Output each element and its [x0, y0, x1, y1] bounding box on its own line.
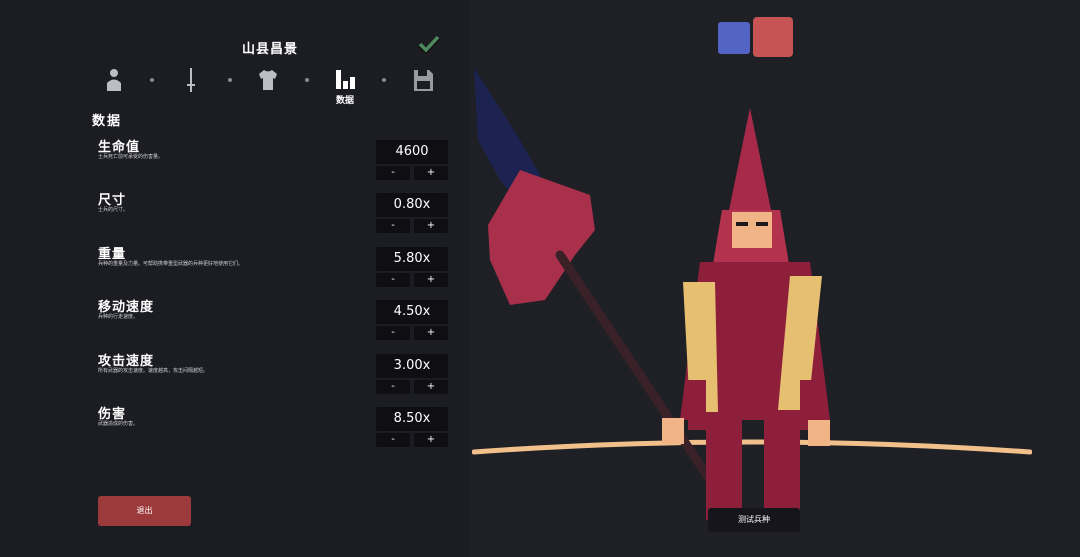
increase-button[interactable]: +: [414, 380, 448, 394]
checkmark-icon[interactable]: [417, 33, 441, 57]
stat-row-size: 尺寸 士兵的尺寸。 0.80x - +: [98, 189, 458, 243]
unit-preview-viewport[interactable]: [472, 60, 1032, 557]
stat-description: 士兵的尺寸。: [98, 207, 129, 213]
stat-row-move-speed: 移动速度 兵种的行走速度。 4.50x - +: [98, 296, 458, 350]
stats-step-caption: 数据: [335, 96, 354, 106]
stat-value-field[interactable]: 5.80x: [376, 247, 448, 271]
increase-button[interactable]: +: [414, 219, 448, 233]
stat-value-field[interactable]: 0.80x: [376, 193, 448, 217]
save-icon[interactable]: [411, 67, 435, 93]
stat-row-health: 生命值 士兵死亡前可承受的伤害量。 4600 - +: [98, 136, 458, 190]
decrease-button[interactable]: -: [376, 326, 410, 340]
weapon-icon[interactable]: [179, 67, 203, 93]
decrease-button[interactable]: -: [376, 273, 410, 287]
test-unit-button[interactable]: 测试兵种: [708, 508, 800, 532]
stats-icon[interactable]: [333, 67, 357, 93]
team-blue-swatch[interactable]: [718, 22, 750, 54]
team-red-swatch[interactable]: [753, 17, 793, 57]
step-separator: [305, 78, 309, 82]
increase-button[interactable]: +: [414, 166, 448, 180]
editor-step-nav: 数据: [0, 64, 470, 109]
unit-editor-panel: 山县昌景 数据 数据 生命值 士兵死亡前可承受的伤害量。 4600 - + 尺寸…: [0, 0, 470, 557]
decrease-button[interactable]: -: [376, 380, 410, 394]
unit-model: [662, 108, 830, 520]
decrease-button[interactable]: -: [376, 166, 410, 180]
stat-description: 兵种的行走速度。: [98, 314, 139, 320]
section-title: 数据: [92, 114, 123, 129]
stat-description: 武器造成的伤害。: [98, 421, 139, 427]
stat-value-field[interactable]: 4600: [376, 140, 448, 164]
stat-description: 所有武器的攻击速度。速度越高，攻击间隔越短。: [98, 368, 209, 374]
increase-button[interactable]: +: [414, 273, 448, 287]
stat-value-field[interactable]: 8.50x: [376, 407, 448, 431]
stat-row-weight: 重量 兵种的重量及力量。可帮助携带重型武器的兵种更好地使用它们。 5.80x -…: [98, 243, 458, 297]
step-separator: [228, 78, 232, 82]
stat-description: 兵种的重量及力量。可帮助携带重型武器的兵种更好地使用它们。: [98, 261, 244, 267]
stat-row-damage: 伤害 武器造成的伤害。 8.50x - +: [98, 403, 458, 457]
decrease-button[interactable]: -: [376, 219, 410, 233]
stat-value-field[interactable]: 4.50x: [376, 300, 448, 324]
step-separator: [150, 78, 154, 82]
ground-ring: [472, 439, 1032, 455]
stat-row-attack-speed: 攻击速度 所有武器的攻击速度。速度越高，攻击间隔越短。 3.00x - +: [98, 350, 458, 404]
step-separator: [382, 78, 386, 82]
increase-button[interactable]: +: [414, 326, 448, 340]
stat-description: 士兵死亡前可承受的伤害量。: [98, 154, 164, 160]
stat-value-field[interactable]: 3.00x: [376, 354, 448, 378]
exit-button[interactable]: 退出: [98, 496, 191, 526]
decrease-button[interactable]: -: [376, 433, 410, 447]
unit-name-title: 山县昌景: [241, 42, 298, 57]
increase-button[interactable]: +: [414, 433, 448, 447]
clothing-icon[interactable]: [256, 67, 280, 93]
unit-icon[interactable]: [102, 67, 126, 93]
